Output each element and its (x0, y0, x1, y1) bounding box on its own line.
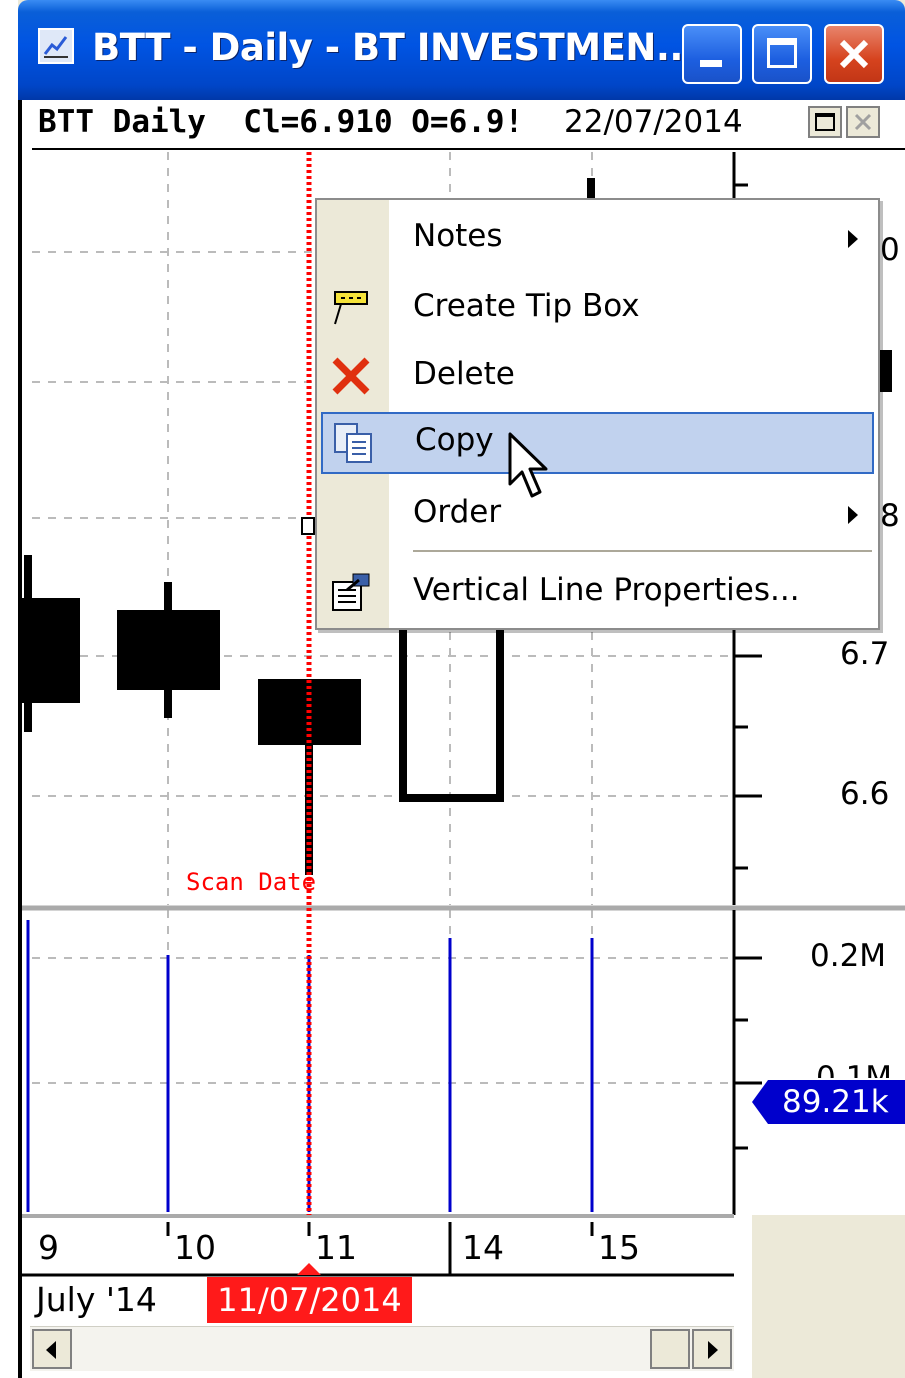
chart-maximize-icon (815, 113, 835, 131)
date-label-14: 14 (462, 1228, 504, 1267)
scan-line-handle[interactable] (301, 517, 315, 535)
candle-9[interactable] (18, 555, 80, 732)
submenu-arrow-icon (848, 230, 858, 248)
month-label: July '14 (36, 1280, 157, 1319)
chart-close-button[interactable] (846, 106, 880, 138)
mouse-pointer-icon (508, 432, 548, 498)
menu-separator (413, 550, 872, 552)
candle-10[interactable] (117, 582, 220, 718)
menu-item-vertical-line-properties[interactable]: Vertical Line Properties... (317, 562, 878, 624)
submenu-arrow-icon (848, 506, 858, 524)
price-label-6-8: 8 (880, 498, 900, 534)
scroll-right-button[interactable] (692, 1329, 732, 1369)
chart-close-icon (854, 113, 872, 131)
menu-item-order[interactable]: Order (317, 484, 878, 546)
menu-item-vertical-line-properties-label: Vertical Line Properties... (413, 572, 800, 608)
menu-item-notes[interactable]: Notes (317, 208, 878, 270)
chart-window: BTT - Daily - BT INVESTMEN... BTT Daily … (18, 0, 905, 1378)
menu-item-notes-label: Notes (413, 218, 503, 254)
price-label-top: 0 (880, 232, 900, 268)
horizontal-scrollbar[interactable] (30, 1326, 734, 1371)
price-label-6-7: 6.7 (840, 636, 890, 672)
date-label-10: 10 (174, 1228, 216, 1267)
properties-icon (332, 573, 370, 611)
tip-box-icon (334, 291, 368, 325)
candle-partial-right (880, 350, 892, 392)
delete-x-icon (332, 357, 370, 395)
volume-label-0-1m: 0.1M (816, 1060, 893, 1078)
menu-item-order-label: Order (413, 494, 502, 530)
menu-item-create-tip-box[interactable]: Create Tip Box (317, 278, 878, 340)
chart-header-date: 22/07/2014 (564, 104, 743, 140)
menu-item-delete[interactable]: Delete (317, 346, 878, 408)
menu-item-copy-label: Copy (415, 422, 494, 458)
menu-item-create-tip-box-label: Create Tip Box (413, 288, 640, 324)
cursor-date-box: 11/07/2014 (207, 1277, 412, 1323)
date-label-9: 9 (38, 1228, 59, 1267)
current-volume-pointer (752, 1080, 768, 1124)
volume-label-0-2m: 0.2M (810, 938, 887, 974)
axis-corner (752, 1215, 905, 1378)
context-menu[interactable]: Notes Create Tip Box Delete Copy Order V… (315, 198, 880, 630)
copy-icon (334, 423, 372, 463)
scroll-right-icon (708, 1341, 718, 1359)
menu-item-delete-label: Delete (413, 356, 515, 392)
current-volume-marker: 89.21k (768, 1080, 905, 1124)
chart-header: BTT Daily Cl=6.910 O=6.9! 22/07/2014 (32, 100, 905, 150)
scroll-left-button[interactable] (32, 1329, 72, 1369)
scroll-thumb[interactable] (650, 1329, 690, 1369)
date-label-15: 15 (598, 1228, 640, 1267)
scan-date-label: Scan Date (186, 868, 317, 896)
price-label-6-6: 6.6 (840, 776, 890, 812)
chart-header-text: BTT Daily Cl=6.910 O=6.9! (38, 104, 524, 140)
date-label-11: 11 (315, 1228, 357, 1267)
menu-item-copy[interactable]: Copy (321, 412, 874, 474)
chart-maximize-button[interactable] (808, 106, 842, 138)
scroll-left-icon (46, 1341, 56, 1359)
